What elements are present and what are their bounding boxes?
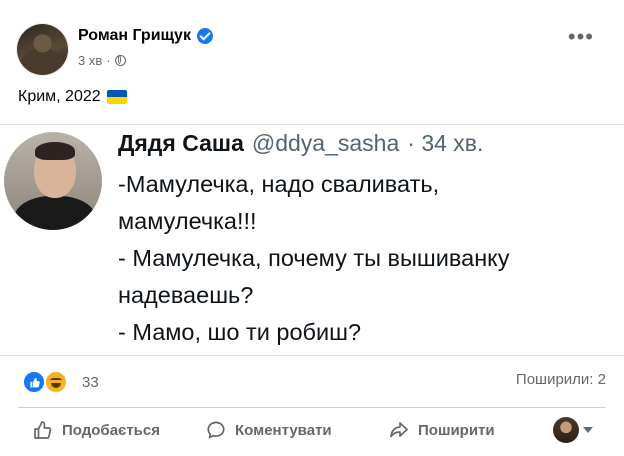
tweet-time: · 34 хв.	[407, 130, 484, 156]
tweet-line: - Мамулечка, почему ты вышиванку	[118, 245, 510, 271]
like-button[interactable]: Подобається	[33, 420, 160, 440]
comment-label: Коментувати	[235, 421, 332, 439]
more-options-icon[interactable]: •••	[568, 26, 594, 48]
thumbs-up-icon	[34, 421, 52, 439]
shares-count[interactable]: Поширили: 2	[516, 371, 606, 388]
tweet-header: Дядя Саша @ddya_sasha · 34 хв.	[118, 130, 483, 157]
tweet-line: надеваешь?	[118, 282, 254, 308]
user-avatar	[553, 417, 579, 443]
tweet-avatar	[4, 132, 102, 230]
tweet-handle: @ddya_sasha	[251, 130, 400, 156]
reactions-count[interactable]: 33	[82, 374, 99, 391]
chevron-down-icon	[583, 427, 593, 433]
like-reaction-icon	[22, 370, 46, 394]
meta-separator: ·	[106, 53, 111, 68]
globe-icon[interactable]	[114, 55, 126, 66]
comment-button[interactable]: Коментувати	[206, 420, 332, 440]
tweet-text: -Мамулечка, надо сваливать, мамулечка!!!…	[118, 166, 618, 351]
post-text: Крим, 2022	[18, 88, 127, 106]
author-avatar[interactable]	[17, 24, 68, 75]
share-label: Поширити	[418, 421, 495, 439]
share-button[interactable]: Поширити	[389, 420, 495, 440]
tweet-line: - Мамо, шо ти робиш?	[118, 319, 362, 345]
post-meta: 3 хв ·	[78, 53, 126, 68]
post-time[interactable]: 3 хв	[78, 53, 102, 68]
haha-reaction-icon	[44, 370, 68, 394]
reactions-summary[interactable]: 33	[22, 370, 99, 394]
reaction-profile-selector[interactable]	[553, 417, 593, 443]
like-label: Подобається	[62, 421, 160, 439]
author-name[interactable]: Роман Грищук	[78, 27, 191, 45]
post-text-content: Крим, 2022	[18, 88, 101, 105]
tweet-author-name: Дядя Саша	[118, 130, 244, 156]
divider	[18, 407, 606, 408]
author-row: Роман Грищук	[78, 27, 213, 45]
comment-icon	[207, 421, 225, 439]
facebook-post: Роман Грищук 3 хв · ••• Крим, 2022 Дядя …	[0, 0, 624, 456]
tweet-line: мамулечка!!!	[118, 208, 257, 234]
ukraine-flag-icon	[106, 90, 127, 104]
share-icon	[390, 422, 408, 438]
verified-badge-icon	[196, 28, 213, 44]
tweet-line: -Мамулечка, надо сваливать,	[118, 171, 440, 197]
